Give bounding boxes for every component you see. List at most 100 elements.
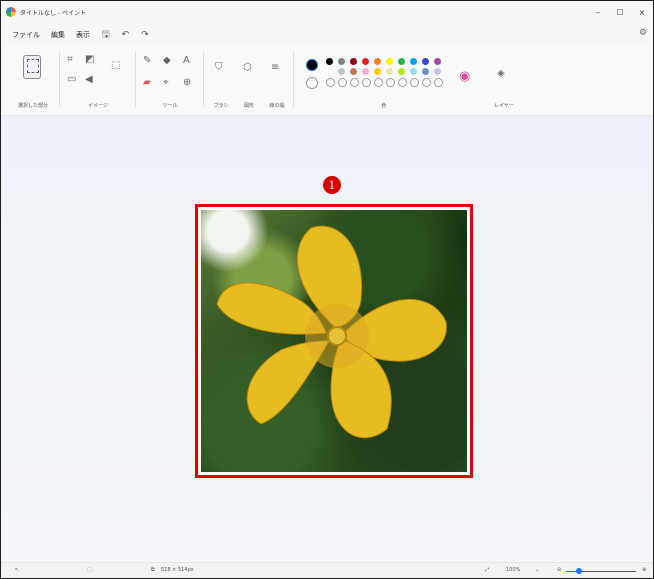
color-swatch[interactable] [350,68,357,75]
zoom-out-icon[interactable]: ⊖ [557,567,561,574]
close-button[interactable]: × [631,1,653,23]
selection-size-icon: ⬚ [87,567,92,573]
zoom-level[interactable]: 100% [506,567,520,574]
callout-marker: 1 [323,176,341,194]
zoom-slider-thumb[interactable] [575,568,582,574]
rotate-icon[interactable]: ◀ [85,75,93,85]
canvas-area: 1 [1,116,653,561]
custom-color-slot[interactable] [338,78,347,87]
layers-group: ◈ レイヤー [487,47,521,113]
image-label: イメージ [88,103,108,109]
custom-color-slot[interactable] [350,78,359,87]
settings-icon[interactable]: ⚙ [639,28,647,38]
pencil-icon[interactable]: ✎ [143,56,151,66]
colors-group: ◉ 色 [299,47,470,113]
color-swatch[interactable] [326,68,333,75]
window-title: タイトルなし - ペイント [20,9,86,17]
color-swatch[interactable] [398,58,405,65]
primary-color-swatch[interactable] [306,59,318,71]
menu-file[interactable]: ファイル [12,30,40,40]
color-swatch[interactable] [374,68,381,75]
title-bar: タイトルなし - ペイント – ☐ × [1,1,653,23]
size-label: 線の幅 [269,103,285,109]
color-swatch[interactable] [338,68,345,75]
color-swatch[interactable] [362,58,369,65]
eraser-icon[interactable]: ▰ [143,78,151,88]
color-swatch[interactable] [398,68,405,75]
select-all-icon[interactable]: ⬚ [111,61,120,71]
color-swatch[interactable] [410,58,417,65]
custom-color-slot[interactable] [422,78,431,87]
edit-colors-icon[interactable]: ◉ [459,70,470,83]
ribbon-divider [203,51,204,107]
resize-icon[interactable]: ◩ [85,55,94,65]
custom-color-slot[interactable] [374,78,383,87]
maximize-button[interactable]: ☐ [609,1,631,23]
zoom-slider[interactable] [566,568,636,574]
shapes-icon[interactable]: ⬡ [243,63,252,73]
menu-edit[interactable]: 編集 [51,30,65,40]
color-swatch[interactable] [374,58,381,65]
flower-photo [216,225,447,439]
color-swatch[interactable] [386,68,393,75]
selection-icon[interactable] [23,55,41,79]
size-group: ≡ 線の幅 [263,47,291,113]
paint-app-icon [6,7,16,17]
color-picker-icon[interactable]: ⌖ [163,78,169,88]
undo-icon[interactable]: ↶ [122,30,130,40]
fit-window-icon[interactable]: ⤢ [485,567,489,574]
image-group: ⌗ ◩ ⬚ ▭ ◀ イメージ [63,47,133,113]
color-swatch[interactable] [338,58,345,65]
brushes-label: ブラシ [213,103,229,109]
color-swatch[interactable] [326,58,333,65]
image-frame-icon[interactable]: ▭ [67,75,76,85]
flower-image [201,210,467,472]
menu-view[interactable]: 表示 [76,30,90,40]
custom-color-slot[interactable] [326,78,335,87]
layers-label: レイヤー [494,103,514,109]
secondary-color-swatch[interactable] [306,77,318,89]
paint-window: タイトルなし - ペイント – ☐ × ファイル 編集 表示 🖫 ↶ ↷ ⚙ 選… [0,0,654,579]
shapes-group: ⬡ 図形 [237,47,261,113]
canvas[interactable] [195,204,473,478]
status-bar: ↖ ⬚ ⧉ 518 × 514px ⤢ 100% ⌄ ⊖ ⊕ [1,562,653,578]
text-icon[interactable]: A [183,56,190,66]
zoom-dropdown-icon[interactable]: ⌄ [535,567,539,574]
window-controls: – ☐ × [587,1,653,23]
brush-icon[interactable]: ⛉ [215,63,223,73]
ribbon-divider [135,51,136,107]
color-swatch[interactable] [422,58,429,65]
ribbon-divider [59,51,60,107]
fill-icon[interactable]: ◆ [163,56,171,66]
ribbon-divider [293,51,294,107]
color-swatch[interactable] [422,68,429,75]
custom-color-slot[interactable] [434,78,443,87]
custom-color-slot[interactable] [362,78,371,87]
zoom-in-icon[interactable]: ⊕ [642,567,646,574]
color-swatch[interactable] [386,58,393,65]
color-swatch[interactable] [350,58,357,65]
pointer-icon: ↖ [15,567,20,573]
color-swatch[interactable] [362,68,369,75]
layers-icon[interactable]: ◈ [497,69,505,79]
color-swatch[interactable] [410,68,417,75]
selection-group: 選択した部分 [9,47,57,113]
shapes-label: 図形 [243,103,254,109]
color-swatch[interactable] [434,68,441,75]
tools-group: ✎ ◆ A ▰ ⌖ ⊕ ツール [139,47,201,113]
ribbon: 選択した部分 ⌗ ◩ ⬚ ▭ ◀ イメージ ✎ ◆ A ▰ ⌖ ⊕ ツール ⛉ … [1,45,653,116]
selection-label: 選択した部分 [17,103,48,109]
custom-color-slot[interactable] [398,78,407,87]
crop-icon[interactable]: ⌗ [67,55,73,65]
brushes-group: ⛉ ブラシ [207,47,235,113]
tools-label: ツール [162,103,178,109]
color-swatch[interactable] [434,58,441,65]
magnifier-icon[interactable]: ⊕ [183,78,191,88]
redo-icon[interactable]: ↷ [141,30,149,40]
minimize-button[interactable]: – [587,1,609,23]
line-width-icon[interactable]: ≡ [271,63,279,73]
canvas-size-icon: ⧉ [151,567,155,573]
save-icon[interactable]: 🖫 [102,27,110,43]
custom-color-slot[interactable] [386,78,395,87]
custom-color-slot[interactable] [410,78,419,87]
